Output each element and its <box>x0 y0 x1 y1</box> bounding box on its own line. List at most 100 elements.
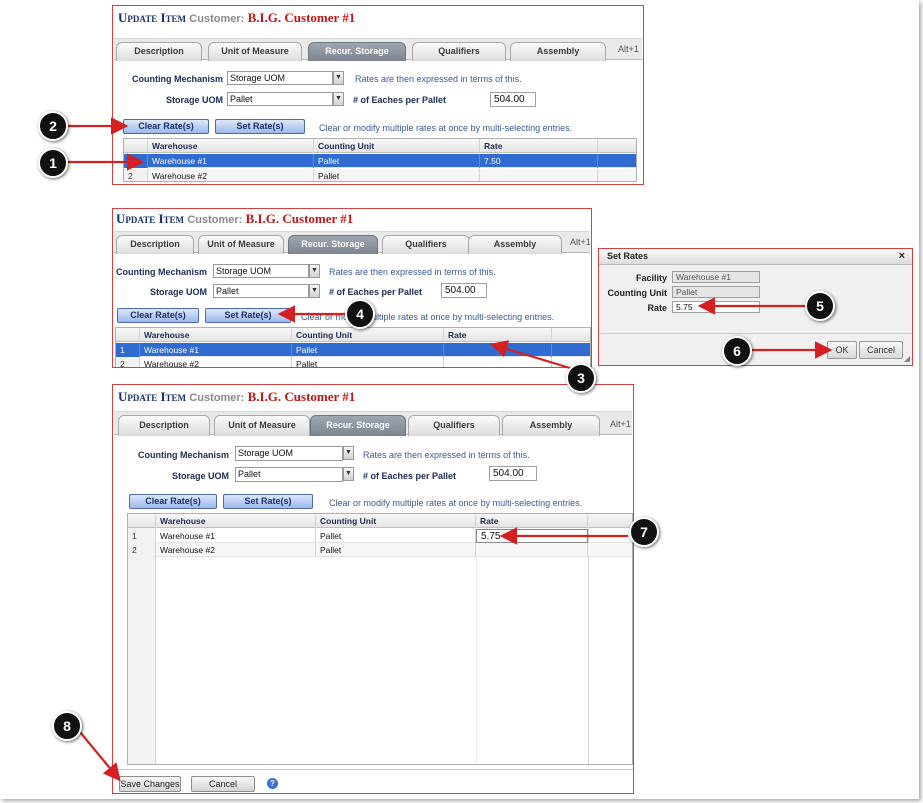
counting-mechanism-select[interactable]: Storage UOM ▼ <box>213 264 320 278</box>
cancel-button[interactable]: Cancel <box>191 776 255 792</box>
chevron-down-icon[interactable]: ▼ <box>343 446 354 460</box>
warehouse-cell: Warehouse #1 <box>148 154 314 168</box>
storage-uom-label: Storage UOM <box>149 287 207 297</box>
chevron-down-icon[interactable]: ▼ <box>333 92 344 106</box>
tab-more-shortcut[interactable]: Alt+1 <box>570 237 591 247</box>
grid-line <box>476 558 477 764</box>
rate-input[interactable]: 5.75 <box>672 301 760 313</box>
eaches-input[interactable]: 504.00 <box>441 283 487 298</box>
row-number <box>124 154 148 168</box>
update-item-panel-step2: Update Item Customer: B.I.G. Customer #1… <box>112 208 592 368</box>
header-rate: Rate <box>476 514 588 528</box>
facility-label: Facility <box>635 273 667 283</box>
rate-label: Rate <box>647 303 667 313</box>
tab-description[interactable]: Description <box>116 235 194 254</box>
chevron-down-icon[interactable]: ▼ <box>309 264 320 278</box>
clear-rates-button[interactable]: Clear Rate(s) <box>129 494 217 509</box>
table-row[interactable]: 1 Warehouse #1 Pallet 5.75 <box>128 529 632 543</box>
cancel-button[interactable]: Cancel <box>859 341 903 359</box>
multi-select-hint: Clear or modify multiple rates at once b… <box>301 312 555 322</box>
table-row[interactable]: 2 Warehouse #2 Pallet <box>128 543 632 557</box>
tab-assembly[interactable]: Assembly <box>502 415 600 436</box>
counting-unit-cell: Pallet <box>292 343 444 357</box>
counting-unit-cell: Pallet <box>316 529 476 543</box>
page-title: Update Item Customer: B.I.G. Customer #1 <box>118 10 356 25</box>
dialog-title: Set Rates <box>599 249 912 265</box>
tab-recur-storage[interactable]: Recur. Storage <box>308 42 406 61</box>
set-rates-button[interactable]: Set Rate(s) <box>223 494 313 509</box>
clear-rates-button[interactable]: Clear Rate(s) <box>123 119 209 134</box>
storage-uom-select[interactable]: Pallet ▼ <box>235 467 354 482</box>
tab-unit-of-measure[interactable]: Unit of Measure <box>214 415 310 436</box>
row-number: 1 <box>128 529 156 543</box>
step-marker-3: 3 <box>566 363 596 393</box>
tab-description[interactable]: Description <box>118 415 210 436</box>
grid-header: Warehouse Counting Unit Rate <box>116 328 590 342</box>
ok-button[interactable]: OK <box>827 341 857 359</box>
chevron-down-icon[interactable]: ▼ <box>333 71 344 85</box>
table-row[interactable]: 2 Warehouse #2 Pallet <box>124 169 636 181</box>
rate-cell[interactable]: 5.75 <box>476 529 588 543</box>
help-icon[interactable]: ? <box>267 778 278 789</box>
rate-cell[interactable] <box>476 543 588 557</box>
tab-recur-storage[interactable]: Recur. Storage <box>288 235 378 254</box>
counting-unit-cell: Pallet <box>292 357 444 367</box>
clear-rates-button[interactable]: Clear Rate(s) <box>117 308 199 323</box>
table-row[interactable]: Warehouse #1 Pallet 7.50 <box>124 154 636 168</box>
rate-cell[interactable] <box>480 169 598 181</box>
warehouse-cell: Warehouse #2 <box>148 169 314 181</box>
step-marker-7: 7 <box>629 517 659 547</box>
tab-description[interactable]: Description <box>116 42 202 61</box>
step-marker-6: 6 <box>722 336 752 366</box>
storage-uom-select[interactable]: Pallet ▼ <box>213 284 320 298</box>
row-num-header <box>124 139 148 153</box>
facility-field: Warehouse #1 <box>672 271 760 283</box>
save-changes-button[interactable]: Save Changes <box>119 776 181 792</box>
counting-mechanism-select[interactable]: Storage UOM ▼ <box>235 446 354 461</box>
table-row[interactable]: 1 Warehouse #1 Pallet <box>116 343 590 357</box>
set-rates-button[interactable]: Set Rate(s) <box>215 119 305 134</box>
tab-more-shortcut[interactable]: Alt+1 <box>618 44 639 54</box>
warehouse-cell: Warehouse #2 <box>156 543 316 557</box>
warehouse-cell: Warehouse #1 <box>140 343 292 357</box>
header-counting-unit: Counting Unit <box>292 328 444 342</box>
rate-cell[interactable]: 7.50 <box>480 154 598 168</box>
tab-qualifiers[interactable]: Qualifiers <box>408 415 500 436</box>
row-num-header <box>128 514 156 528</box>
table-row[interactable]: 2 Warehouse #2 Pallet <box>116 357 590 367</box>
chevron-down-icon[interactable]: ▼ <box>309 284 320 298</box>
storage-uom-label: Storage UOM <box>165 95 223 105</box>
tab-bar: Description Unit of Measure Recur. Stora… <box>114 231 591 254</box>
eaches-input[interactable]: 504.00 <box>490 92 536 107</box>
counting-unit-cell: Pallet <box>314 154 480 168</box>
rate-cell[interactable] <box>444 357 552 367</box>
tab-recur-storage[interactable]: Recur. Storage <box>310 415 406 436</box>
tab-unit-of-measure[interactable]: Unit of Measure <box>208 42 302 61</box>
set-rates-button[interactable]: Set Rate(s) <box>205 308 291 323</box>
tab-unit-of-measure[interactable]: Unit of Measure <box>198 235 284 254</box>
eaches-input[interactable]: 504.00 <box>489 466 537 481</box>
step-marker-4: 4 <box>345 299 375 329</box>
tab-assembly[interactable]: Assembly <box>510 42 606 61</box>
page-title: Update Item Customer: B.I.G. Customer #1 <box>118 389 356 404</box>
chevron-down-icon[interactable]: ▼ <box>343 467 354 481</box>
counting-unit-cell: Pallet <box>316 543 476 557</box>
rates-hint: Rates are then expressed in terms of thi… <box>355 74 522 84</box>
tab-more-shortcut[interactable]: Alt+1 <box>610 419 631 429</box>
counting-unit-cell: Pallet <box>314 169 480 181</box>
tab-assembly[interactable]: Assembly <box>468 235 562 254</box>
counting-mechanism-select[interactable]: Storage UOM ▼ <box>227 71 344 85</box>
rate-cell[interactable] <box>444 343 552 357</box>
close-icon[interactable]: × <box>899 250 905 262</box>
rates-grid: Warehouse Counting Unit Rate 1 Warehouse… <box>115 327 591 367</box>
header-warehouse: Warehouse <box>156 514 316 528</box>
tab-qualifiers[interactable]: Qualifiers <box>382 235 470 254</box>
step-marker-5: 5 <box>805 291 835 321</box>
row-number: 2 <box>124 169 148 181</box>
tab-qualifiers[interactable]: Qualifiers <box>412 42 506 61</box>
header-warehouse: Warehouse <box>148 139 314 153</box>
update-item-panel-step3: Update Item Customer: B.I.G. Customer #1… <box>112 384 634 794</box>
resize-grip-icon[interactable]: ◢ <box>904 354 910 363</box>
storage-uom-label: Storage UOM <box>171 471 229 481</box>
storage-uom-select[interactable]: Pallet ▼ <box>227 92 344 106</box>
